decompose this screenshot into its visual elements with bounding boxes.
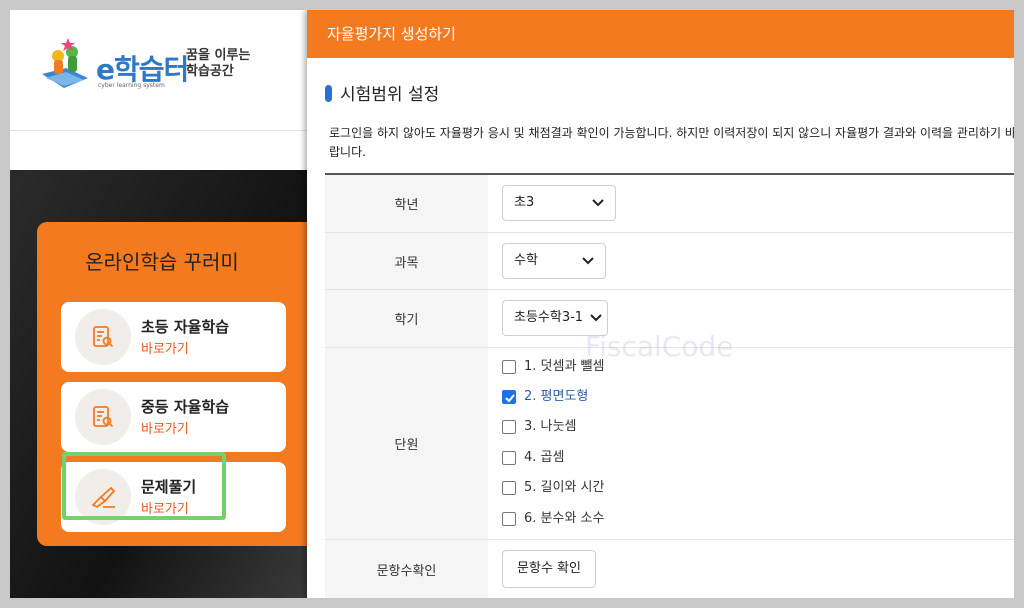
question-count-label: 문항수확인 (325, 540, 488, 598)
card-link[interactable]: 바로가기 (141, 418, 189, 437)
logo-subtitle: cyber learning system (98, 82, 165, 89)
checkbox-checked[interactable] (502, 390, 516, 404)
panel-title: 온라인학습 꾸러미 (85, 250, 239, 274)
screenshot-frame: e학습터 cyber learning system 꿈을 이루는 학습공간 온… (10, 10, 1014, 598)
grade-row: 학년 초3 (325, 175, 1014, 233)
question-count-row: 문항수확인 문항수 확인 (325, 540, 1014, 598)
subject-value: 수학 (514, 253, 538, 268)
unit-label: 단원 (325, 348, 488, 539)
document-search-icon (93, 406, 114, 428)
logo-mascot-icon (42, 38, 88, 88)
unit-row: 단원 1. 덧셈과 뺄셈 2. 평면도형 3. 나눗셈 4. 곱셈 5. 길이와… (325, 348, 1014, 540)
unit-label-3: 3. 나눗셈 (524, 419, 577, 434)
section-title: 시험범위 설정 (325, 80, 439, 105)
modal-title: 자율평가지 생성하기 (307, 10, 1014, 58)
card-icon-circle (75, 389, 131, 445)
grade-select[interactable]: 초3 (502, 185, 616, 221)
highlight-box (62, 452, 226, 520)
login-notice: 로그인을 하지 않아도 자율평가 응시 및 채점결과 확인이 가능합니다. 하지… (329, 126, 1014, 159)
checkbox-unchecked[interactable] (502, 451, 516, 465)
subject-select[interactable]: 수학 (502, 243, 606, 279)
card-title: 중등 자율학습 (141, 398, 230, 416)
term-label: 학기 (325, 290, 488, 347)
section-marker (325, 85, 332, 102)
unit-label-6: 6. 분수와 소수 (524, 511, 605, 526)
card-link[interactable]: 바로가기 (141, 338, 189, 357)
checkbox-unchecked[interactable] (502, 481, 516, 495)
checkbox-unchecked[interactable] (502, 512, 516, 526)
logo-slogan: 꿈을 이루는 학습공간 (186, 48, 250, 80)
chevron-down-icon (590, 314, 602, 322)
document-search-icon (93, 326, 114, 348)
chevron-down-icon (592, 199, 604, 207)
checkbox-unchecked[interactable] (502, 360, 516, 374)
section-title-text: 시험범위 설정 (340, 85, 440, 105)
slogan-line2: 학습공간 (186, 64, 234, 79)
check-icon (505, 394, 515, 403)
site-logo[interactable]: e학습터 cyber learning system 꿈을 이루는 학습공간 (36, 38, 256, 108)
grade-label: 학년 (325, 175, 488, 232)
unit-label-2: 2. 평면도형 (524, 389, 589, 404)
grade-value: 초3 (514, 195, 535, 210)
subject-row: 과목 수학 (325, 233, 1014, 290)
watermark: FiscalCode (585, 330, 734, 363)
self-assessment-modal: 자율평가지 생성하기 시험범위 설정 로그인을 하지 않아도 자율평가 응시 및… (307, 10, 1014, 598)
check-question-count-button[interactable]: 문항수 확인 (502, 550, 596, 588)
unit-label-5: 5. 길이와 시간 (524, 480, 605, 495)
card-icon-circle (75, 309, 131, 365)
checkbox-unchecked[interactable] (502, 420, 516, 434)
subject-label: 과목 (325, 233, 488, 289)
card-elementary-self-study[interactable]: 초등 자율학습 바로가기 (61, 302, 286, 372)
card-title: 초등 자율학습 (141, 318, 230, 336)
term-value: 초등수학3-1 (514, 310, 584, 325)
header-divider (10, 130, 310, 131)
slogan-line1: 꿈을 이루는 (186, 48, 251, 63)
card-middle-self-study[interactable]: 중등 자율학습 바로가기 (61, 382, 286, 452)
chevron-down-icon (582, 257, 594, 265)
unit-label-4: 4. 곱셈 (524, 450, 565, 465)
